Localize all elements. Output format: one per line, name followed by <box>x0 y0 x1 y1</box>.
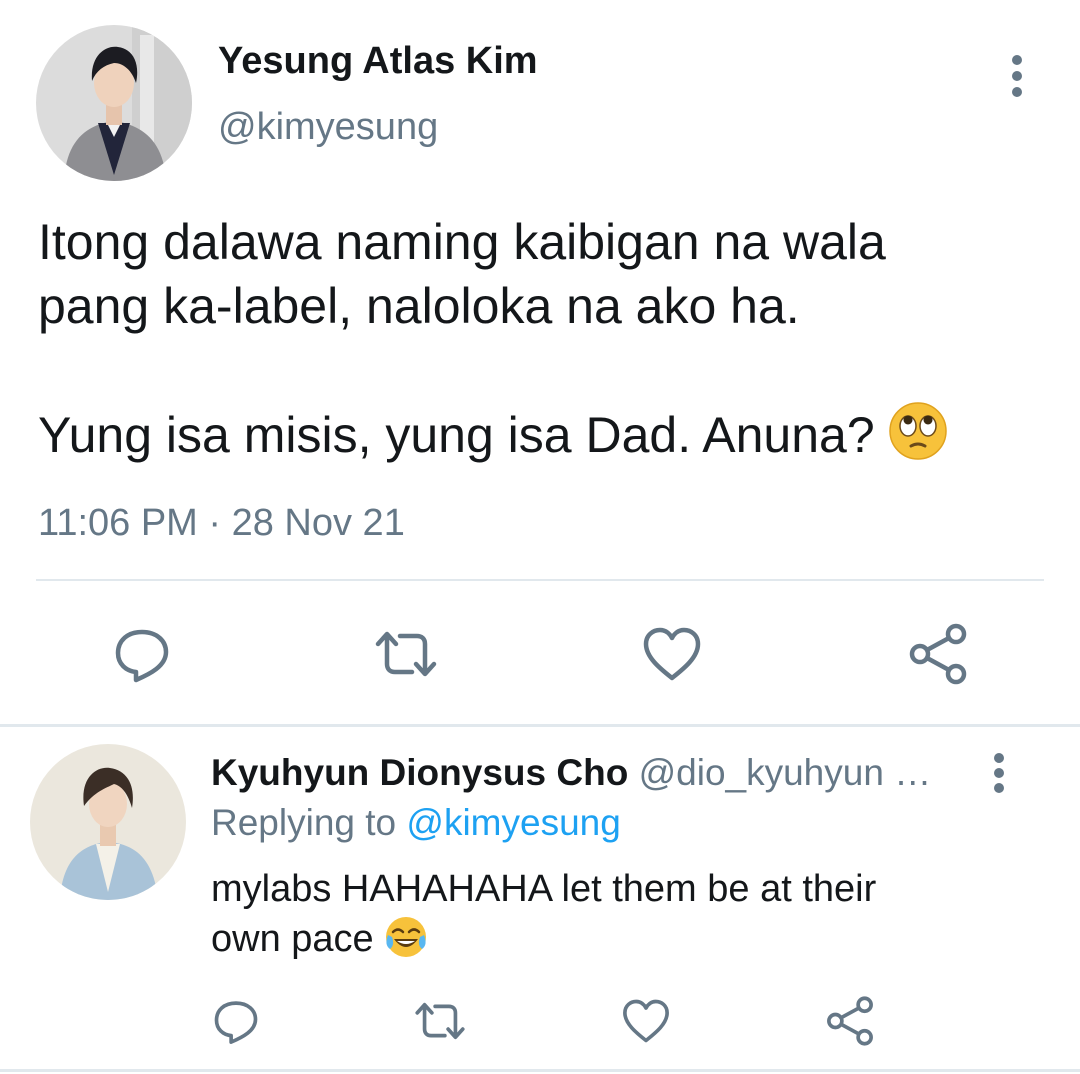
reply-text-line: own pace <box>211 914 1011 972</box>
reply-author-name[interactable]: Kyuhyun Dionysus Cho <box>211 752 628 793</box>
author-name[interactable]: Yesung Atlas Kim <box>218 40 538 83</box>
reply-text: mylabs HAHAHAHA let them be at their own… <box>211 864 1011 972</box>
tweet-timestamp[interactable]: 11:06 PM · 28 Nov 21 <box>38 502 405 545</box>
divider <box>0 1069 1080 1072</box>
rolling-eyes-emoji-icon <box>888 402 947 475</box>
more-options-icon[interactable] <box>1004 54 1030 98</box>
divider <box>36 579 1044 581</box>
replying-to-line: Replying to @kimyesung <box>211 802 621 844</box>
tweet-text: Itong dalawa naming kaibigan na wala pan… <box>38 210 1048 475</box>
tweet-text-line: Itong dalawa naming kaibigan na wala <box>38 214 886 270</box>
divider <box>0 724 1080 727</box>
retweet-icon[interactable] <box>374 622 438 686</box>
like-icon[interactable] <box>620 995 672 1047</box>
reply-text-line: mylabs HAHAHAHA let them be at their <box>211 868 877 910</box>
share-icon[interactable] <box>906 622 970 686</box>
tweet-text-line: Yung isa misis, yung isa Dad. Anuna? <box>38 402 1048 475</box>
reply-author-handle[interactable]: @dio_kyuhyun … <box>639 752 932 793</box>
reply-author-avatar[interactable] <box>30 744 186 900</box>
author-handle[interactable]: @kimyesung <box>218 106 438 149</box>
reply-icon[interactable] <box>110 622 174 686</box>
replying-to-mention-link[interactable]: @kimyesung <box>406 802 620 843</box>
like-icon[interactable] <box>640 622 704 686</box>
reply-icon[interactable] <box>210 995 262 1047</box>
tears-of-joy-emoji-icon <box>384 915 428 972</box>
replying-to-label: Replying to <box>211 802 407 843</box>
author-avatar[interactable] <box>36 25 192 181</box>
reply-author-line: Kyuhyun Dionysus Cho @dio_kyuhyun … <box>211 752 931 794</box>
tweet-text-line: pang ka-label, naloloka na ako ha. <box>38 278 800 334</box>
retweet-icon[interactable] <box>414 995 466 1047</box>
share-icon[interactable] <box>824 995 876 1047</box>
more-options-icon[interactable] <box>987 752 1011 794</box>
